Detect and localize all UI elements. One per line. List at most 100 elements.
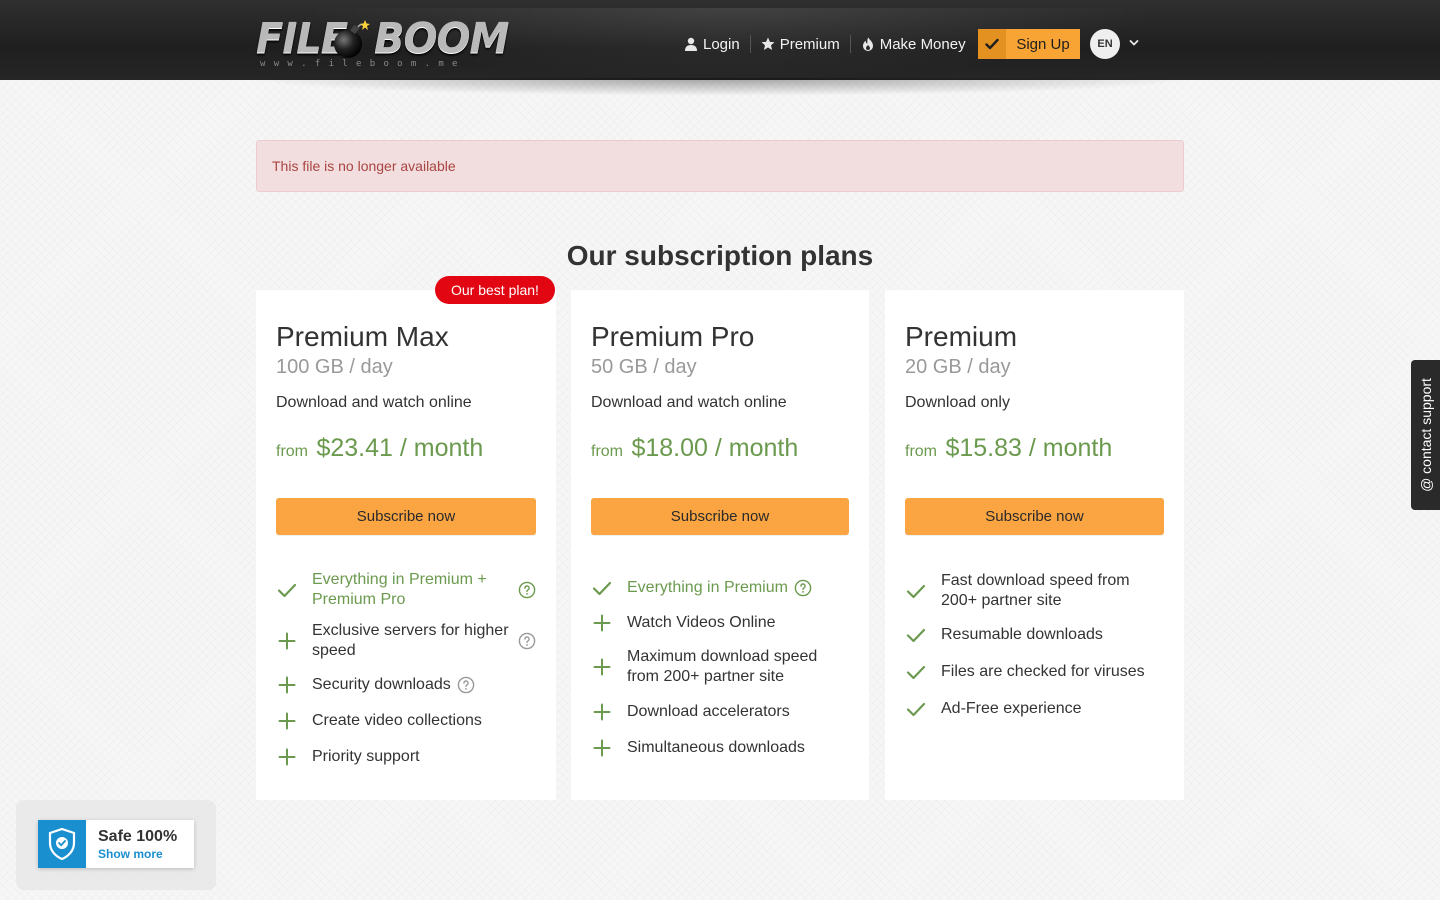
plus-icon (593, 703, 611, 721)
feature-list: Everything in Premium + Premium Pro Exclu… (276, 565, 536, 775)
plus-icon (278, 712, 296, 730)
feature-text: Simultaneous downloads (627, 739, 805, 756)
price-value: $18.00 / month (631, 434, 799, 462)
plan-card-premium-max: Premium Max 100 GB / day Download and wa… (256, 290, 556, 800)
feature-item: Simultaneous downloads (591, 730, 849, 766)
subscribe-button[interactable]: Subscribe now (276, 498, 536, 535)
help-icon[interactable] (457, 676, 475, 694)
help-icon[interactable] (518, 632, 536, 650)
file-unavailable-alert: This file is no longer available (256, 140, 1184, 192)
plus-icon (593, 614, 611, 632)
feature-item: Create video collections (276, 703, 536, 739)
feature-text: Security downloads (312, 676, 451, 693)
feature-item: Exclusive servers for higher speed (276, 615, 536, 667)
shield-check-icon (48, 828, 76, 860)
nav-premium-label: Premium (779, 35, 840, 53)
price-prefix: from (905, 443, 937, 460)
contact-support-label: @ contact support (1417, 378, 1434, 492)
feature-item: Everything in Premium (591, 570, 849, 606)
check-icon (985, 38, 999, 50)
plus-icon (278, 632, 296, 650)
feature-item: Download accelerators (591, 694, 849, 730)
feature-item: Resumable downloads (905, 617, 1164, 653)
fire-icon (862, 37, 873, 51)
nav-make-money[interactable]: Make Money (851, 33, 976, 55)
feature-list: Fast download speed from 200+ partner si… (905, 565, 1164, 727)
help-icon[interactable] (518, 581, 536, 599)
safe-widget[interactable]: Safe 100% Show more (38, 820, 194, 868)
price-value: $23.41 / month (316, 434, 484, 462)
feature-item: Everything in Premium + Premium Pro (276, 565, 536, 615)
plan-card-premium-pro: Premium Pro 50 GB / day Download and wat… (571, 290, 869, 800)
main-nav: Login Premium Make Money (674, 30, 976, 58)
feature-item: Maximum download speed from 200+ partner… (591, 640, 849, 694)
check-icon (906, 628, 926, 643)
feature-text: Ad-Free experience (941, 700, 1082, 717)
alert-text: This file is no longer available (272, 158, 456, 174)
plan-price: from $23.41 / month (276, 433, 536, 467)
plan-quota: 50 GB / day (591, 356, 697, 378)
price-prefix: from (276, 443, 308, 460)
check-icon (906, 702, 926, 717)
plus-icon (278, 748, 296, 766)
feature-text: Exclusive servers for higher speed (312, 622, 509, 659)
shield-badge (38, 820, 86, 868)
nav-premium[interactable]: Premium (751, 33, 850, 55)
subscribe-button[interactable]: Subscribe now (905, 498, 1164, 535)
plans-title: Our subscription plans (566, 240, 874, 271)
plan-quota: 20 GB / day (905, 356, 1011, 378)
nav-login[interactable]: Login (674, 33, 750, 55)
safe-widget-title: Safe 100% (98, 828, 178, 845)
user-icon (685, 37, 697, 51)
feature-text: Maximum download speed from 200+ partner… (627, 648, 818, 685)
price-value: $15.83 / month (945, 434, 1113, 462)
feature-text: Files are checked for viruses (941, 663, 1145, 680)
contact-support-tab[interactable]: @ contact support (1411, 360, 1440, 510)
help-icon[interactable] (794, 579, 812, 597)
plus-icon (593, 658, 611, 676)
signup-label: Sign Up (1016, 35, 1070, 53)
plus-icon (278, 676, 296, 694)
site-logo[interactable]: FILE BOOM www.fileboom.me (256, 12, 509, 72)
feature-item: Watch Videos Online (591, 606, 849, 640)
feature-list: Everything in Premium Watch Videos Online… (591, 570, 849, 766)
logo-word-boom: BOOM (374, 14, 509, 64)
language-selector[interactable]: EN (1090, 29, 1120, 59)
signup-check-box (978, 29, 1006, 59)
feature-item: Files are checked for viruses (905, 653, 1164, 691)
plan-description: Download only (905, 394, 1010, 411)
plan-description: Download and watch online (276, 394, 472, 411)
plan-name: Premium Max (276, 321, 449, 352)
signup-button[interactable]: Sign Up (978, 29, 1080, 59)
best-plan-badge: Our best plan! (435, 276, 555, 304)
check-icon (277, 583, 297, 598)
check-icon (592, 581, 612, 596)
feature-text: Priority support (312, 748, 420, 765)
bomb-icon (334, 20, 370, 58)
feature-text: Create video collections (312, 712, 482, 729)
price-prefix: from (591, 443, 623, 460)
plan-card-premium: Premium 20 GB / day Download only from $… (885, 290, 1184, 800)
logo-url: www.fileboom.me (260, 59, 466, 69)
nav-login-label: Login (703, 35, 740, 53)
feature-item: Ad-Free experience (905, 691, 1164, 727)
show-more-link[interactable]: Show more (98, 847, 163, 861)
feature-text: Download accelerators (627, 703, 790, 720)
plan-price: from $15.83 / month (905, 433, 1164, 467)
plus-icon (593, 739, 611, 757)
subscribe-button[interactable]: Subscribe now (591, 498, 849, 535)
plan-price: from $18.00 / month (591, 433, 849, 467)
chevron-down-icon[interactable] (1128, 37, 1140, 49)
feature-text: Resumable downloads (941, 626, 1103, 643)
feature-item: Security downloads (276, 667, 536, 703)
nav-make-money-label: Make Money (879, 35, 966, 53)
feature-text: Everything in Premium + Premium Pro (312, 571, 487, 608)
check-icon (906, 665, 926, 680)
feature-text: Watch Videos Online (627, 614, 776, 631)
plan-name: Premium (905, 321, 1018, 352)
check-icon (906, 584, 926, 599)
plan-quota: 100 GB / day (276, 356, 393, 378)
feature-item: Fast download speed from 200+ partner si… (905, 565, 1164, 617)
plan-name: Premium Pro (591, 321, 755, 352)
feature-text: Fast download speed from 200+ partner si… (941, 572, 1130, 609)
